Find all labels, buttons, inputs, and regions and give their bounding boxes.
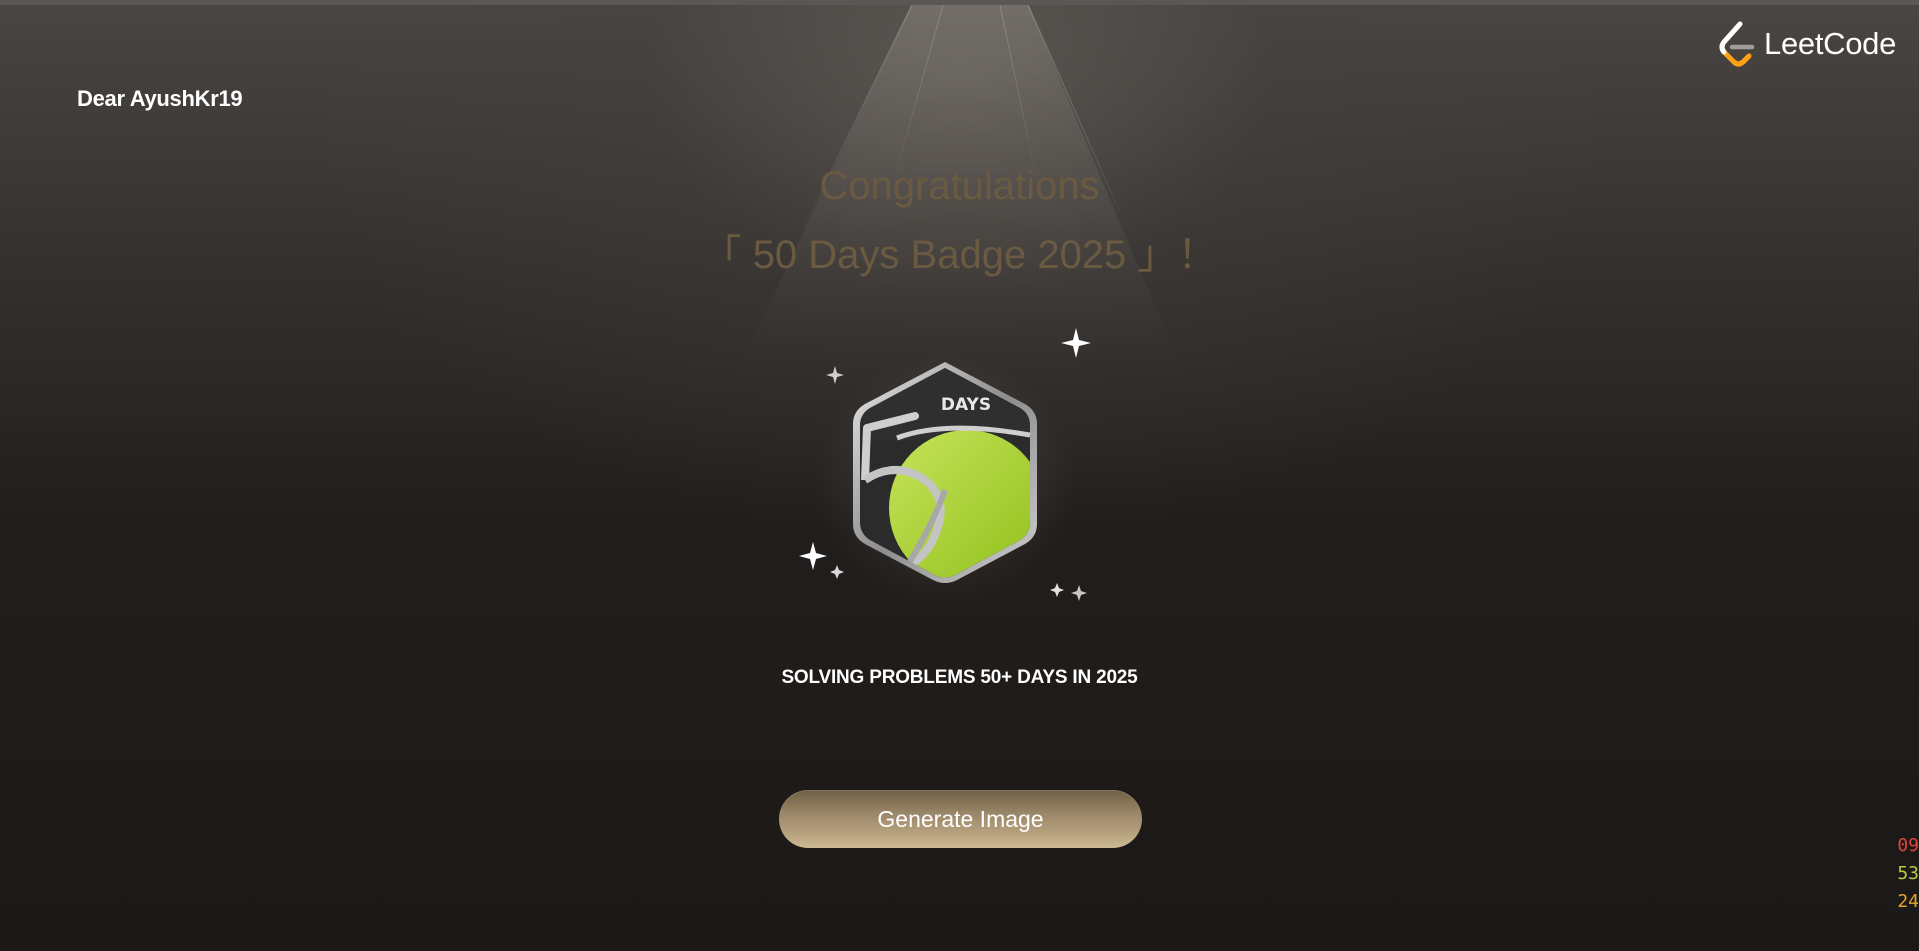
sparkle-icon	[1071, 585, 1087, 601]
timer-value: 09	[1897, 835, 1919, 856]
generate-image-button[interactable]: Generate Image	[779, 790, 1142, 848]
badge-name-title: 「 50 Days Badge 2025 」！	[701, 233, 1218, 277]
leetcode-logo[interactable]: LeetCode	[1716, 20, 1896, 68]
leetcode-logo-icon	[1719, 21, 1755, 67]
countdown-timer: 09 53 24	[1890, 832, 1919, 916]
sparkle-icon	[830, 565, 844, 579]
badge-page: Dear AyushKr19 LeetCode Congratulations …	[0, 0, 1919, 951]
sparkle-icon	[826, 366, 844, 384]
sparkle-icon	[1061, 328, 1091, 358]
timer-value: 24	[1897, 891, 1919, 912]
50-days-badge-icon: DAYS	[799, 328, 1091, 610]
badge-description: SOLVING PROBLEMS 50+ DAYS IN 2025	[781, 667, 1138, 688]
congratulations-title: Congratulations	[819, 164, 1100, 208]
greeting-text: Dear AyushKr19	[77, 86, 243, 111]
logo-text: LeetCode	[1764, 26, 1897, 61]
sparkle-icon	[1050, 583, 1064, 597]
badge-days-label: DAYS	[941, 395, 991, 415]
badge-graphic: DAYS	[785, 320, 1105, 620]
top-border	[0, 0, 1919, 5]
timer-value: 53	[1897, 863, 1919, 884]
sparkle-icon	[799, 542, 827, 570]
